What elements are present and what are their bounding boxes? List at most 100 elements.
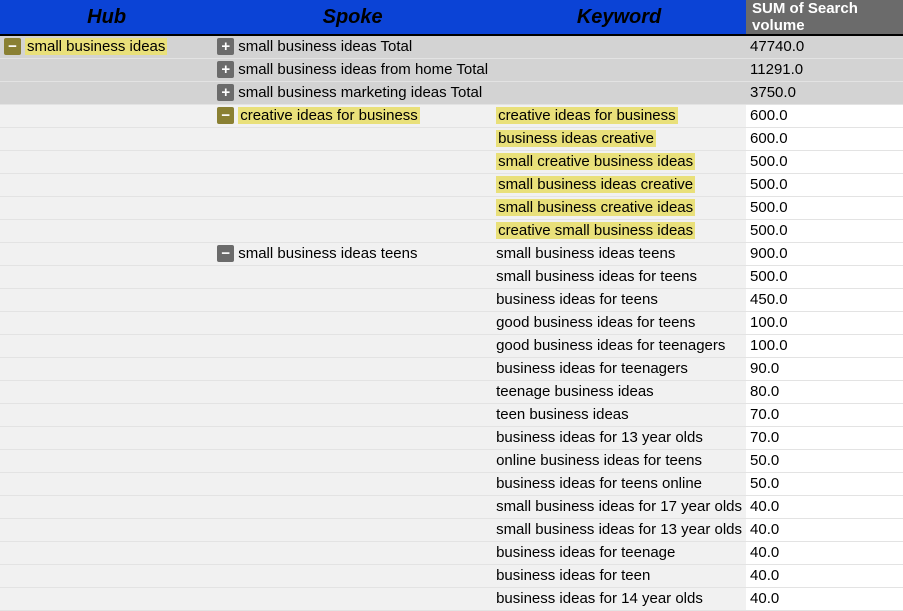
table-row[interactable]: small business ideas for 13 year olds40.… — [0, 518, 903, 541]
plus-icon[interactable]: + — [217, 61, 234, 78]
hub-cell[interactable] — [0, 196, 213, 219]
spoke-cell[interactable]: +small business marketing ideas Total — [213, 81, 492, 104]
keyword-cell[interactable]: small business ideas teens — [492, 242, 746, 265]
hub-cell[interactable] — [0, 288, 213, 311]
keyword-cell[interactable]: creative ideas for business — [492, 104, 746, 127]
table-row[interactable]: business ideas for teenage40.0 — [0, 541, 903, 564]
table-row[interactable]: business ideas creative600.0 — [0, 127, 903, 150]
spoke-cell[interactable] — [213, 288, 492, 311]
keyword-cell[interactable]: business ideas for teens online — [492, 472, 746, 495]
sum-cell[interactable]: 500.0 — [746, 196, 903, 219]
keyword-cell[interactable]: business ideas for teenagers — [492, 357, 746, 380]
sum-cell[interactable]: 80.0 — [746, 380, 903, 403]
table-row[interactable]: teen business ideas70.0 — [0, 403, 903, 426]
spoke-cell[interactable] — [213, 196, 492, 219]
spoke-cell[interactable]: +small business ideas from home Total — [213, 58, 492, 81]
table-row[interactable]: −small business ideas teenssmall busines… — [0, 242, 903, 265]
table-row[interactable]: business ideas for 13 year olds70.0 — [0, 426, 903, 449]
sum-cell[interactable]: 600.0 — [746, 127, 903, 150]
sum-cell[interactable]: 50.0 — [746, 472, 903, 495]
header-hub[interactable]: Hub — [0, 0, 213, 35]
sum-cell[interactable]: 500.0 — [746, 265, 903, 288]
keyword-cell[interactable] — [492, 81, 746, 104]
sum-cell[interactable]: 40.0 — [746, 541, 903, 564]
keyword-cell[interactable]: small business ideas creative — [492, 173, 746, 196]
spoke-cell[interactable] — [213, 518, 492, 541]
keyword-cell[interactable]: creative small business ideas — [492, 219, 746, 242]
table-row[interactable]: small business ideas creative500.0 — [0, 173, 903, 196]
hub-cell[interactable] — [0, 311, 213, 334]
hub-cell[interactable] — [0, 81, 213, 104]
spoke-cell[interactable] — [213, 173, 492, 196]
spoke-cell[interactable] — [213, 587, 492, 610]
keyword-cell[interactable]: business ideas for teens — [492, 288, 746, 311]
table-row[interactable]: teenage business ideas80.0 — [0, 380, 903, 403]
sum-cell[interactable]: 90.0 — [746, 357, 903, 380]
hub-cell[interactable] — [0, 334, 213, 357]
hub-cell[interactable] — [0, 104, 213, 127]
table-row[interactable]: business ideas for teens online50.0 — [0, 472, 903, 495]
hub-cell[interactable] — [0, 449, 213, 472]
hub-cell[interactable] — [0, 403, 213, 426]
spoke-cell[interactable]: −small business ideas teens — [213, 242, 492, 265]
table-row[interactable]: business ideas for teenagers90.0 — [0, 357, 903, 380]
keyword-cell[interactable]: business ideas for 14 year olds — [492, 587, 746, 610]
spoke-cell[interactable] — [213, 219, 492, 242]
hub-cell[interactable] — [0, 587, 213, 610]
plus-icon[interactable]: + — [217, 38, 234, 55]
keyword-cell[interactable]: small business ideas for 13 year olds — [492, 518, 746, 541]
table-row[interactable]: business ideas for 14 year olds40.0 — [0, 587, 903, 610]
keyword-cell[interactable] — [492, 58, 746, 81]
hub-cell[interactable] — [0, 541, 213, 564]
header-sum[interactable]: SUM of Search volume — [746, 0, 903, 35]
keyword-cell[interactable]: good business ideas for teenagers — [492, 334, 746, 357]
table-row[interactable]: good business ideas for teenagers100.0 — [0, 334, 903, 357]
sum-cell[interactable]: 11291.0 — [746, 58, 903, 81]
minus-icon[interactable]: − — [4, 38, 21, 55]
spoke-cell[interactable] — [213, 495, 492, 518]
keyword-cell[interactable]: small creative business ideas — [492, 150, 746, 173]
hub-cell[interactable] — [0, 357, 213, 380]
hub-cell[interactable] — [0, 127, 213, 150]
minus-icon[interactable]: − — [217, 245, 234, 262]
hub-cell[interactable] — [0, 564, 213, 587]
table-row[interactable]: −small business ideas+small business ide… — [0, 35, 903, 58]
keyword-cell[interactable]: good business ideas for teens — [492, 311, 746, 334]
hub-cell[interactable] — [0, 426, 213, 449]
keyword-cell[interactable]: teen business ideas — [492, 403, 746, 426]
hub-cell[interactable]: −small business ideas — [0, 35, 213, 58]
keyword-cell[interactable]: small business ideas for 17 year olds — [492, 495, 746, 518]
sum-cell[interactable]: 70.0 — [746, 403, 903, 426]
table-row[interactable]: good business ideas for teens100.0 — [0, 311, 903, 334]
spoke-cell[interactable]: −creative ideas for business — [213, 104, 492, 127]
table-row[interactable]: small business ideas for 17 year olds40.… — [0, 495, 903, 518]
hub-cell[interactable] — [0, 242, 213, 265]
sum-cell[interactable]: 450.0 — [746, 288, 903, 311]
table-row[interactable]: small creative business ideas500.0 — [0, 150, 903, 173]
spoke-cell[interactable] — [213, 265, 492, 288]
spoke-cell[interactable] — [213, 380, 492, 403]
keyword-cell[interactable]: small business creative ideas — [492, 196, 746, 219]
header-spoke[interactable]: Spoke — [213, 0, 492, 35]
spoke-cell[interactable] — [213, 357, 492, 380]
header-keyword[interactable]: Keyword — [492, 0, 746, 35]
spoke-cell[interactable] — [213, 334, 492, 357]
hub-cell[interactable] — [0, 518, 213, 541]
plus-icon[interactable]: + — [217, 84, 234, 101]
spoke-cell[interactable] — [213, 472, 492, 495]
sum-cell[interactable]: 40.0 — [746, 495, 903, 518]
sum-cell[interactable]: 900.0 — [746, 242, 903, 265]
spoke-cell[interactable]: +small business ideas Total — [213, 35, 492, 58]
sum-cell[interactable]: 600.0 — [746, 104, 903, 127]
hub-cell[interactable] — [0, 150, 213, 173]
table-row[interactable]: business ideas for teen40.0 — [0, 564, 903, 587]
table-row[interactable]: small business ideas for teens500.0 — [0, 265, 903, 288]
sum-cell[interactable]: 40.0 — [746, 587, 903, 610]
hub-cell[interactable] — [0, 495, 213, 518]
keyword-cell[interactable]: teenage business ideas — [492, 380, 746, 403]
sum-cell[interactable]: 500.0 — [746, 173, 903, 196]
spoke-cell[interactable] — [213, 449, 492, 472]
spoke-cell[interactable] — [213, 311, 492, 334]
hub-cell[interactable] — [0, 380, 213, 403]
spoke-cell[interactable] — [213, 541, 492, 564]
